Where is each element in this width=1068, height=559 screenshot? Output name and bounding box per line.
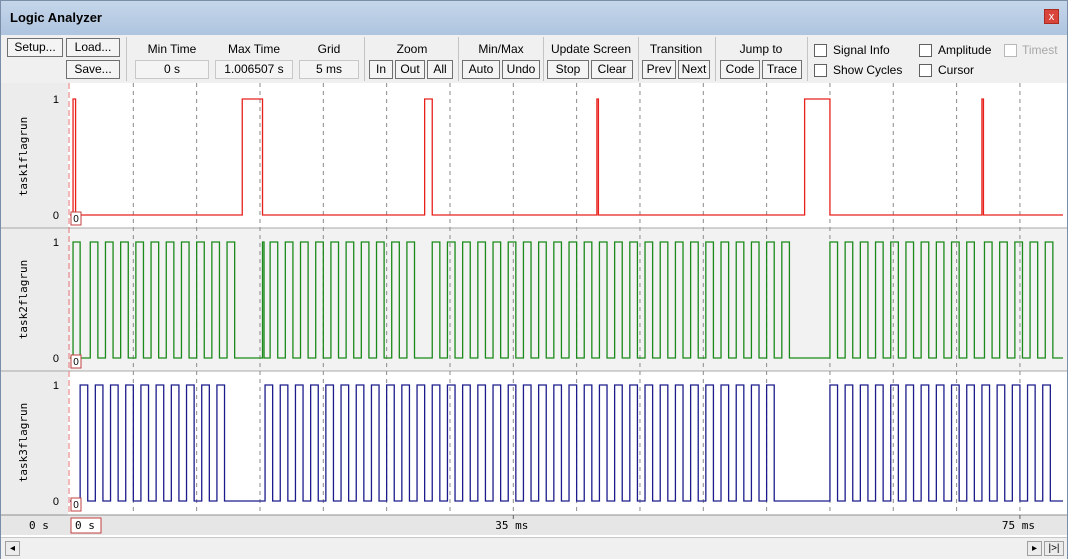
cursor-checkbox[interactable] [919, 64, 932, 77]
max-time-label: Max Time [227, 42, 280, 56]
logic-analyzer-window: Logic Analyzer x Setup... Load... Save..… [0, 0, 1068, 559]
auto-button[interactable]: Auto [462, 60, 500, 79]
undo-button[interactable]: Undo [502, 60, 540, 79]
label-column [1, 83, 68, 515]
signal-low-label: 0 [53, 210, 59, 222]
zoom-in-button[interactable]: In [369, 60, 393, 79]
signal-name-task1flagrun: task1flagrun [17, 117, 30, 196]
transition-label: Transition [649, 42, 703, 56]
horizontal-scrollbar[interactable]: ◂ ▸ |>| [1, 537, 1067, 559]
show-cycles-checkbox[interactable] [814, 64, 827, 77]
grid-label: Grid [317, 42, 341, 56]
save-button[interactable]: Save... [66, 60, 120, 79]
close-icon[interactable]: x [1044, 9, 1059, 24]
zoom-all-button[interactable]: All [427, 60, 453, 79]
toolbar-divider [364, 37, 365, 81]
min-time-label: Min Time [147, 42, 197, 56]
window-title: Logic Analyzer [10, 10, 102, 25]
grid-value: 5 ms [299, 60, 359, 79]
show-cycles-label: Show Cycles [833, 63, 903, 77]
toolbar: Setup... Load... Save... Min Time 0 s Ma… [1, 35, 1067, 84]
amplitude-checkbox[interactable] [919, 44, 932, 57]
waveform-plot[interactable]: task1flagrun 1 0 0 task2flagrun 1 0 0 task3flagr… [1, 83, 1067, 537]
signal-name-task3flagrun: task3flagrun [17, 403, 30, 482]
signal-marker-label: 0 [73, 357, 79, 368]
jump-to-label: Jump to [739, 42, 783, 56]
scroll-right-icon[interactable]: ▸ [1027, 541, 1042, 556]
cursor-label: Cursor [938, 63, 975, 77]
next-button[interactable]: Next [678, 60, 710, 79]
scroll-end-icon[interactable]: |>| [1044, 541, 1064, 556]
minmax-label: Min/Max [478, 42, 524, 56]
time-tick-label: 75 ms [1002, 519, 1035, 532]
timestamp-label: Timest [1022, 43, 1058, 57]
max-time-value: 1.006507 s [215, 60, 293, 79]
toolbar-divider [638, 37, 639, 81]
prev-button[interactable]: Prev [642, 60, 676, 79]
signal-info-checkbox[interactable] [814, 44, 827, 57]
signal-low-label: 0 [53, 353, 59, 365]
time-marker-label: 0 s [75, 519, 95, 532]
signal-marker-label: 0 [73, 214, 79, 225]
jump-code-button[interactable]: Code [720, 60, 760, 79]
zoom-out-button[interactable]: Out [395, 60, 425, 79]
load-button[interactable]: Load... [66, 38, 120, 57]
time-axis [1, 515, 1067, 535]
signal-name-task2flagrun: task2flagrun [17, 260, 30, 339]
title-bar: Logic Analyzer x [1, 1, 1067, 35]
update-screen-label: Update Screen [550, 42, 632, 56]
min-time-value: 0 s [135, 60, 209, 79]
stop-button[interactable]: Stop [547, 60, 589, 79]
setup-button[interactable]: Setup... [7, 38, 63, 57]
scroll-left-icon[interactable]: ◂ [5, 541, 20, 556]
signal-low-label: 0 [53, 496, 59, 508]
clear-button[interactable]: Clear [591, 60, 633, 79]
zoom-label: Zoom [396, 42, 428, 56]
row-band [68, 228, 1067, 371]
signal-high-label: 1 [53, 380, 59, 392]
signal-info-label: Signal Info [833, 43, 890, 57]
signal-high-label: 1 [53, 94, 59, 106]
toolbar-divider [543, 37, 544, 81]
toolbar-divider [807, 37, 808, 81]
signal-marker-label: 0 [73, 500, 79, 511]
signal-high-label: 1 [53, 237, 59, 249]
toolbar-divider [126, 37, 127, 81]
toolbar-divider [458, 37, 459, 81]
time-axis-origin-label: 0 s [29, 519, 49, 532]
amplitude-label: Amplitude [938, 43, 992, 57]
toolbar-divider [715, 37, 716, 81]
time-tick-label: 35 ms [495, 519, 528, 532]
timestamp-checkbox[interactable] [1004, 44, 1017, 57]
jump-trace-button[interactable]: Trace [762, 60, 802, 79]
